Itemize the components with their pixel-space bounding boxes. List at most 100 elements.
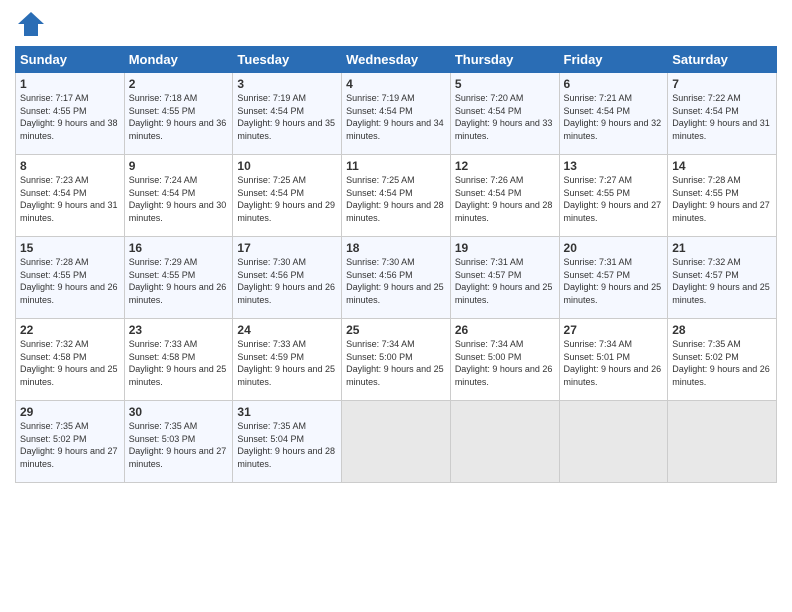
calendar-day-cell: 4 Sunrise: 7:19 AMSunset: 4:54 PMDaylight… xyxy=(342,73,451,155)
day-number: 19 xyxy=(455,241,555,255)
calendar-header-monday: Monday xyxy=(124,47,233,73)
day-info: Sunrise: 7:31 AMSunset: 4:57 PMDaylight:… xyxy=(455,257,553,305)
calendar-day-cell: 23Sunrise: 7:33 AMSunset: 4:58 PMDayligh… xyxy=(124,319,233,401)
calendar-day-cell: 9 Sunrise: 7:24 AMSunset: 4:54 PMDaylight… xyxy=(124,155,233,237)
day-info: Sunrise: 7:18 AMSunset: 4:55 PMDaylight:… xyxy=(129,93,227,141)
calendar-day-cell: 12Sunrise: 7:26 AMSunset: 4:54 PMDayligh… xyxy=(450,155,559,237)
day-number: 29 xyxy=(20,405,120,419)
day-info: Sunrise: 7:34 AMSunset: 5:00 PMDaylight:… xyxy=(346,339,444,387)
calendar-day-cell: 10Sunrise: 7:25 AMSunset: 4:54 PMDayligh… xyxy=(233,155,342,237)
calendar-day-cell: 17 Sunrise: 7:30 AMSunset: 4:56 PMDayligh… xyxy=(233,237,342,319)
calendar-day-cell: 28 Sunrise: 7:35 AMSunset: 5:02 PMDayligh… xyxy=(668,319,777,401)
day-info: Sunrise: 7:32 AMSunset: 4:57 PMDaylight:… xyxy=(672,257,770,305)
day-number: 4 xyxy=(346,77,446,91)
day-number: 7 xyxy=(672,77,772,91)
calendar-week-row: 8Sunrise: 7:23 AMSunset: 4:54 PMDaylight… xyxy=(16,155,777,237)
day-info: Sunrise: 7:32 AMSunset: 4:58 PMDaylight:… xyxy=(20,339,118,387)
day-info: Sunrise: 7:30 AMSunset: 4:56 PMDaylight:… xyxy=(237,257,335,305)
calendar-day-cell: 14Sunrise: 7:28 AMSunset: 4:55 PMDayligh… xyxy=(668,155,777,237)
day-number: 9 xyxy=(129,159,229,173)
day-number: 8 xyxy=(20,159,120,173)
day-number: 27 xyxy=(564,323,664,337)
calendar-day-cell: 24Sunrise: 7:33 AMSunset: 4:59 PMDayligh… xyxy=(233,319,342,401)
day-info: Sunrise: 7:35 AMSunset: 5:03 PMDaylight:… xyxy=(129,421,227,469)
day-number: 6 xyxy=(564,77,664,91)
day-number: 18 xyxy=(346,241,446,255)
calendar-header-thursday: Thursday xyxy=(450,47,559,73)
calendar-day-cell: 31 Sunrise: 7:35 AMSunset: 5:04 PMDayligh… xyxy=(233,401,342,483)
calendar-day-cell: 29 Sunrise: 7:35 AMSunset: 5:02 PMDayligh… xyxy=(16,401,125,483)
calendar-week-row: 22 Sunrise: 7:32 AMSunset: 4:58 PMDayligh… xyxy=(16,319,777,401)
day-info: Sunrise: 7:33 AMSunset: 4:58 PMDaylight:… xyxy=(129,339,227,387)
calendar-day-cell: 21 Sunrise: 7:32 AMSunset: 4:57 PMDayligh… xyxy=(668,237,777,319)
day-info: Sunrise: 7:31 AMSunset: 4:57 PMDaylight:… xyxy=(564,257,662,305)
day-info: Sunrise: 7:34 AMSunset: 5:00 PMDaylight:… xyxy=(455,339,553,387)
day-info: Sunrise: 7:35 AMSunset: 5:04 PMDaylight:… xyxy=(237,421,335,469)
day-number: 11 xyxy=(346,159,446,173)
calendar-day-cell: 27 Sunrise: 7:34 AMSunset: 5:01 PMDayligh… xyxy=(559,319,668,401)
day-info: Sunrise: 7:30 AMSunset: 4:56 PMDaylight:… xyxy=(346,257,444,305)
day-info: Sunrise: 7:19 AMSunset: 4:54 PMDaylight:… xyxy=(346,93,444,141)
calendar-day-cell: 16Sunrise: 7:29 AMSunset: 4:55 PMDayligh… xyxy=(124,237,233,319)
calendar-header-tuesday: Tuesday xyxy=(233,47,342,73)
day-info: Sunrise: 7:29 AMSunset: 4:55 PMDaylight:… xyxy=(129,257,227,305)
day-info: Sunrise: 7:34 AMSunset: 5:01 PMDaylight:… xyxy=(564,339,662,387)
day-info: Sunrise: 7:26 AMSunset: 4:54 PMDaylight:… xyxy=(455,175,553,223)
header xyxy=(15,10,777,38)
calendar-day-cell xyxy=(668,401,777,483)
calendar-day-cell: 30 Sunrise: 7:35 AMSunset: 5:03 PMDayligh… xyxy=(124,401,233,483)
calendar-day-cell: 6 Sunrise: 7:21 AMSunset: 4:54 PMDaylight… xyxy=(559,73,668,155)
day-info: Sunrise: 7:28 AMSunset: 4:55 PMDaylight:… xyxy=(672,175,770,223)
calendar-day-cell: 7 Sunrise: 7:22 AMSunset: 4:54 PMDaylight… xyxy=(668,73,777,155)
calendar-day-cell xyxy=(450,401,559,483)
day-number: 31 xyxy=(237,405,337,419)
calendar-week-row: 1 Sunrise: 7:17 AMSunset: 4:55 PMDaylight… xyxy=(16,73,777,155)
day-number: 28 xyxy=(672,323,772,337)
day-number: 15 xyxy=(20,241,120,255)
day-number: 21 xyxy=(672,241,772,255)
day-info: Sunrise: 7:24 AMSunset: 4:54 PMDaylight:… xyxy=(129,175,227,223)
calendar-day-cell: 26Sunrise: 7:34 AMSunset: 5:00 PMDayligh… xyxy=(450,319,559,401)
calendar-week-row: 29 Sunrise: 7:35 AMSunset: 5:02 PMDayligh… xyxy=(16,401,777,483)
day-number: 10 xyxy=(237,159,337,173)
day-info: Sunrise: 7:22 AMSunset: 4:54 PMDaylight:… xyxy=(672,93,770,141)
day-info: Sunrise: 7:25 AMSunset: 4:54 PMDaylight:… xyxy=(346,175,444,223)
day-info: Sunrise: 7:28 AMSunset: 4:55 PMDaylight:… xyxy=(20,257,118,305)
calendar-week-row: 15 Sunrise: 7:28 AMSunset: 4:55 PMDayligh… xyxy=(16,237,777,319)
calendar-header-saturday: Saturday xyxy=(668,47,777,73)
calendar-table: SundayMondayTuesdayWednesdayThursdayFrid… xyxy=(15,46,777,483)
day-number: 5 xyxy=(455,77,555,91)
day-number: 3 xyxy=(237,77,337,91)
day-number: 25 xyxy=(346,323,446,337)
calendar-day-cell: 13 Sunrise: 7:27 AMSunset: 4:55 PMDayligh… xyxy=(559,155,668,237)
calendar-day-cell: 8Sunrise: 7:23 AMSunset: 4:54 PMDaylight… xyxy=(16,155,125,237)
day-info: Sunrise: 7:17 AMSunset: 4:55 PMDaylight:… xyxy=(20,93,118,141)
calendar-header-wednesday: Wednesday xyxy=(342,47,451,73)
day-info: Sunrise: 7:20 AMSunset: 4:54 PMDaylight:… xyxy=(455,93,553,141)
day-number: 1 xyxy=(20,77,120,91)
day-number: 22 xyxy=(20,323,120,337)
calendar-header-sunday: Sunday xyxy=(16,47,125,73)
calendar-day-cell: 11 Sunrise: 7:25 AMSunset: 4:54 PMDayligh… xyxy=(342,155,451,237)
day-number: 13 xyxy=(564,159,664,173)
calendar-day-cell: 15 Sunrise: 7:28 AMSunset: 4:55 PMDayligh… xyxy=(16,237,125,319)
calendar-day-cell: 19 Sunrise: 7:31 AMSunset: 4:57 PMDayligh… xyxy=(450,237,559,319)
day-number: 20 xyxy=(564,241,664,255)
calendar-day-cell: 5 Sunrise: 7:20 AMSunset: 4:54 PMDaylight… xyxy=(450,73,559,155)
calendar-day-cell: 25 Sunrise: 7:34 AMSunset: 5:00 PMDayligh… xyxy=(342,319,451,401)
day-number: 30 xyxy=(129,405,229,419)
calendar-day-cell: 1 Sunrise: 7:17 AMSunset: 4:55 PMDaylight… xyxy=(16,73,125,155)
calendar-day-cell: 18 Sunrise: 7:30 AMSunset: 4:56 PMDayligh… xyxy=(342,237,451,319)
calendar-body: 1 Sunrise: 7:17 AMSunset: 4:55 PMDaylight… xyxy=(16,73,777,483)
day-info: Sunrise: 7:35 AMSunset: 5:02 PMDaylight:… xyxy=(20,421,118,469)
day-info: Sunrise: 7:27 AMSunset: 4:55 PMDaylight:… xyxy=(564,175,662,223)
calendar-day-cell: 2 Sunrise: 7:18 AMSunset: 4:55 PMDaylight… xyxy=(124,73,233,155)
day-number: 17 xyxy=(237,241,337,255)
calendar-day-cell xyxy=(559,401,668,483)
day-info: Sunrise: 7:35 AMSunset: 5:02 PMDaylight:… xyxy=(672,339,770,387)
day-number: 2 xyxy=(129,77,229,91)
calendar-header-row: SundayMondayTuesdayWednesdayThursdayFrid… xyxy=(16,47,777,73)
calendar-day-cell: 20 Sunrise: 7:31 AMSunset: 4:57 PMDayligh… xyxy=(559,237,668,319)
day-info: Sunrise: 7:21 AMSunset: 4:54 PMDaylight:… xyxy=(564,93,662,141)
calendar-header-friday: Friday xyxy=(559,47,668,73)
